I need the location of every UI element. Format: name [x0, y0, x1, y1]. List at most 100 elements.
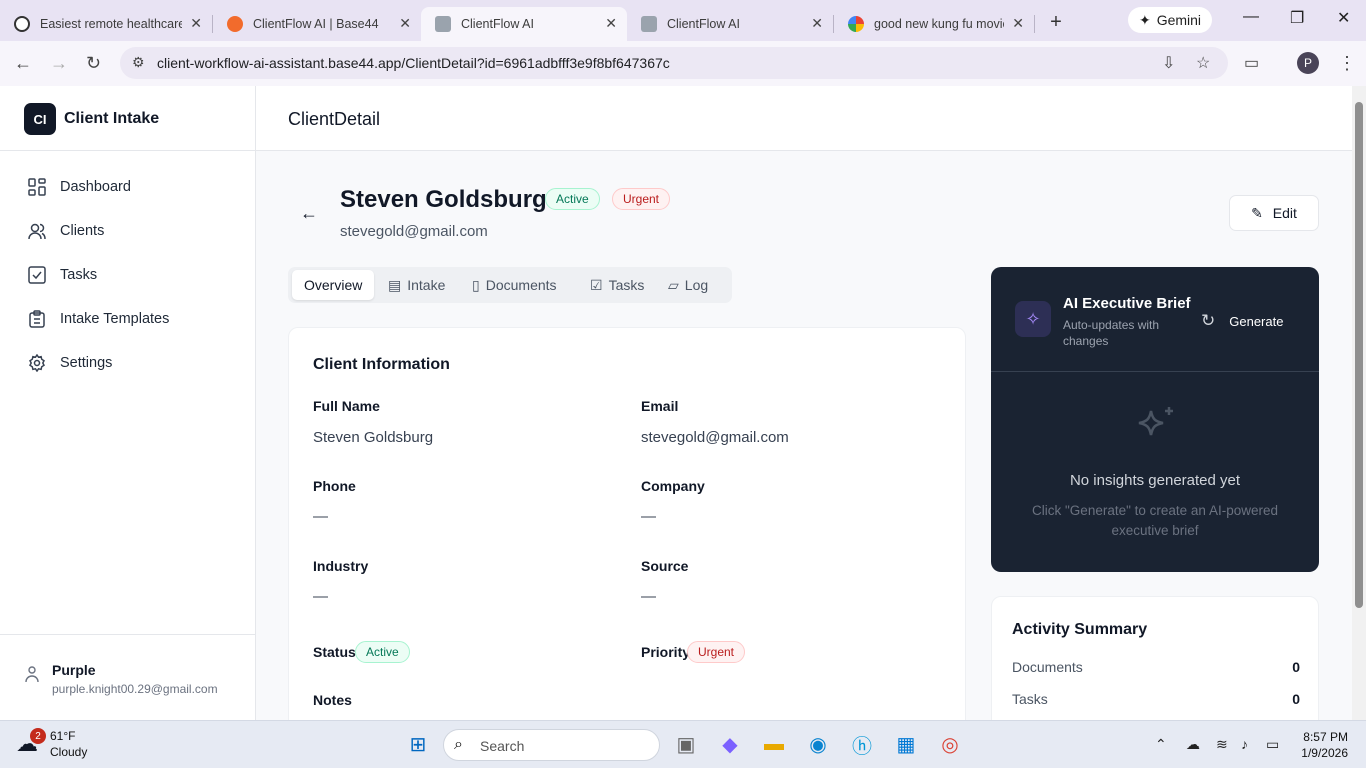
status-label: Status — [313, 644, 356, 660]
volume-icon[interactable]: ♪ — [1241, 736, 1248, 752]
sidebar-item-settings[interactable]: Settings — [28, 354, 112, 372]
activity-row: Tasks 0 — [1012, 691, 1300, 707]
checkbox-icon: ☑ — [590, 276, 603, 293]
browser-tab[interactable]: ClientFlow AI ✕ — [627, 7, 833, 41]
windows-start-icon[interactable]: ⊞ — [403, 729, 433, 759]
sidebar-item-label: Intake Templates — [60, 311, 170, 327]
edge-icon[interactable]: ◉ — [803, 729, 833, 759]
browser-tab[interactable]: Easiest remote healthcare ✕ — [0, 7, 212, 41]
users-icon — [28, 223, 46, 240]
tab-documents[interactable]: ▯ Documents — [460, 270, 569, 300]
openai-icon — [14, 15, 30, 32]
chrome-icon[interactable]: ◎ — [935, 729, 965, 759]
email-value: stevegold@gmail.com — [641, 429, 789, 446]
close-icon[interactable]: ✕ — [399, 15, 411, 32]
new-tab-button[interactable]: + — [1041, 8, 1071, 38]
ai-brief-title: AI Executive Brief — [1063, 295, 1191, 312]
taskbar-search[interactable]: ⌕ Search — [443, 729, 660, 761]
site-info-icon[interactable]: ⚙ — [132, 54, 145, 71]
search-label: Search — [480, 738, 525, 754]
bookmark-star-icon[interactable]: ☆ — [1196, 53, 1210, 73]
browser-tab-active[interactable]: ClientFlow AI ✕ — [421, 6, 627, 41]
generate-button[interactable]: ↻ Generate — [1201, 311, 1283, 331]
sidebar-item-dashboard[interactable]: Dashboard — [28, 178, 131, 196]
tab-label: Log — [684, 277, 709, 293]
weather-temp[interactable]: 61°F — [50, 729, 75, 743]
close-window-icon[interactable]: ✕ — [1337, 8, 1350, 28]
maximize-icon[interactable]: ❐ — [1290, 8, 1304, 28]
sidebar-item-label: Settings — [60, 355, 113, 371]
tab-tasks[interactable]: ☑ Tasks — [578, 270, 656, 300]
cloud-sync-icon[interactable]: ☁ — [1186, 736, 1200, 753]
sidebar-item-clients[interactable]: Clients — [28, 222, 104, 240]
clock-time: 8:57 PM — [1303, 730, 1348, 744]
copilot-icon[interactable]: ◆ — [715, 729, 745, 759]
source-label: Source — [641, 558, 689, 574]
browser-tab[interactable]: ClientFlow AI | Base44 ✕ — [213, 7, 421, 41]
forward-icon[interactable]: → — [50, 53, 68, 74]
sparkle-icon: ✦ — [1138, 11, 1151, 28]
sidebar-item-tasks[interactable]: Tasks — [28, 266, 97, 284]
main-header: ClientDetail — [256, 86, 1352, 151]
tab-log[interactable]: ▱ Log — [656, 270, 720, 300]
gemini-label: Gemini — [1156, 12, 1202, 28]
clock[interactable]: 8:57 PM 1/9/2026 — [1296, 729, 1348, 761]
status-badge: Active — [355, 641, 410, 663]
main-content: ← Steven Goldsburg Active Urgent stevego… — [256, 151, 1352, 720]
email-label: Email — [641, 398, 679, 414]
tab-intake[interactable]: ▤ Intake — [376, 270, 457, 300]
source-value: — — [641, 588, 656, 605]
file-explorer-icon[interactable]: ▬ — [759, 729, 789, 759]
browser-tab-title: ClientFlow AI — [667, 16, 740, 31]
phone-value: — — [313, 508, 328, 525]
tab-overview[interactable]: Overview — [292, 270, 375, 300]
sidebar-item-label: Tasks — [60, 267, 98, 283]
clipboard-icon — [29, 310, 45, 328]
generate-label: Generate — [1229, 313, 1284, 329]
minimize-icon[interactable]: — — [1243, 8, 1259, 26]
store-icon[interactable]: ▦ — [891, 729, 921, 759]
company-value: — — [641, 508, 656, 525]
sidebar-item-intake-templates[interactable]: Intake Templates — [28, 310, 169, 328]
edit-button[interactable]: ✎ Edit — [1229, 195, 1319, 231]
clipboard-icon: ▤ — [388, 276, 402, 293]
industry-label: Industry — [313, 558, 369, 574]
page-icon — [435, 15, 451, 32]
task-view-icon[interactable]: ▣ — [671, 729, 701, 759]
close-icon[interactable]: ✕ — [190, 15, 202, 32]
sidebar: CI Client Intake Dashboard Clients Tasks… — [0, 86, 256, 720]
browser-tab[interactable]: good new kung fu movie ✕ — [834, 7, 1034, 41]
side-panel-icon[interactable]: ▭ — [1244, 53, 1259, 73]
gemini-button[interactable]: ✦ Gemini — [1128, 7, 1212, 33]
url-text[interactable]: client-workflow-ai-assistant.base44.app/… — [157, 55, 670, 71]
user-name: Purple — [52, 662, 96, 678]
menu-icon[interactable]: ⋮ — [1338, 53, 1356, 74]
tab-label: Intake — [407, 277, 446, 293]
sidebar-item-label: Clients — [60, 223, 105, 239]
reload-icon[interactable]: ↻ — [86, 53, 101, 74]
scrollbar-thumb[interactable] — [1355, 102, 1363, 608]
install-icon[interactable]: ⇩ — [1162, 53, 1175, 73]
hp-icon[interactable]: ⓗ — [847, 729, 877, 759]
activity-row-value: 0 — [1292, 691, 1300, 707]
activity-summary-card: Activity Summary Documents 0 Tasks 0 — [991, 596, 1319, 720]
chevron-up-icon[interactable]: ⌃ — [1155, 736, 1167, 753]
wifi-icon[interactable]: ≋ — [1216, 736, 1228, 753]
address-bar[interactable]: ⚙ client-workflow-ai-assistant.base44.ap… — [120, 47, 1228, 79]
battery-icon[interactable]: ▭ — [1266, 736, 1279, 753]
profile-avatar[interactable]: P — [1297, 52, 1319, 74]
weather-desc[interactable]: Cloudy — [50, 745, 87, 759]
back-arrow-icon[interactable]: ← — [300, 203, 318, 224]
close-icon[interactable]: ✕ — [605, 15, 617, 32]
ai-empty-hint: Click "Generate" to create an AI-powered… — [1032, 503, 1278, 538]
user-email: purple.knight00.29@gmail.com — [52, 682, 218, 696]
close-icon[interactable]: ✕ — [1012, 15, 1024, 32]
client-information-card: Client Information Full Name Steven Gold… — [288, 327, 966, 720]
client-email: stevegold@gmail.com — [340, 223, 488, 240]
page-title: ClientDetail — [288, 109, 381, 129]
card-title: Client Information — [313, 356, 450, 373]
back-icon[interactable]: ← — [14, 53, 32, 74]
sparkles-icon: ✧ — [1015, 301, 1051, 337]
close-icon[interactable]: ✕ — [811, 15, 823, 32]
checkbox-icon — [28, 266, 46, 284]
